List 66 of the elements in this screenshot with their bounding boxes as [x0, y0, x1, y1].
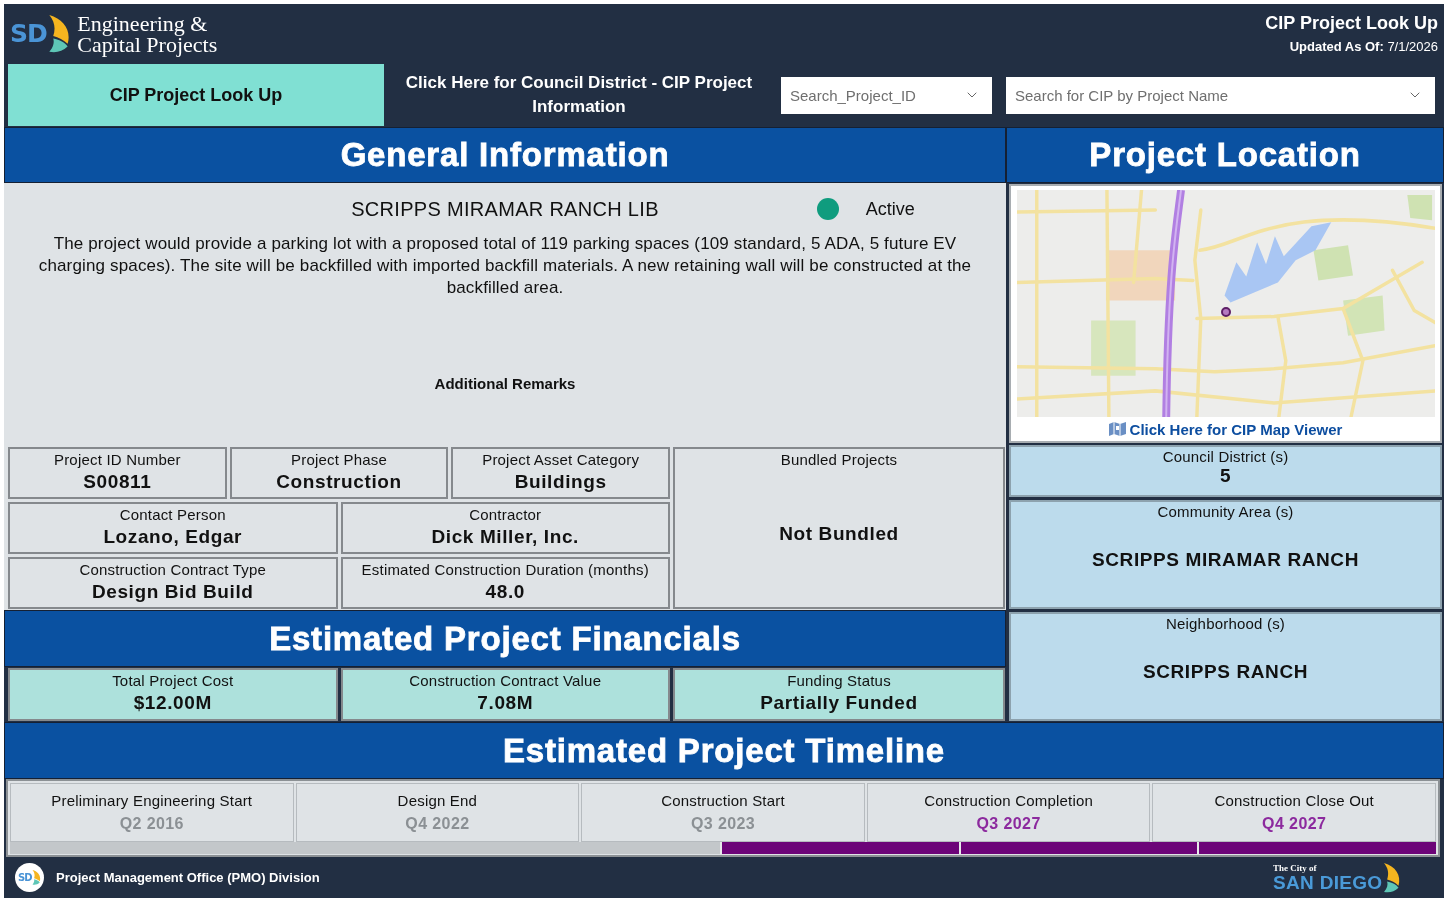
field-value: 7.08M	[477, 692, 534, 714]
section-heading: Estimated Project Timeline	[4, 722, 1444, 779]
field-label: Total Project Cost	[112, 672, 234, 689]
sail-icon	[1383, 862, 1402, 893]
field-label: Bundled Projects	[780, 451, 898, 468]
milestone-date: Q4 2022	[405, 815, 470, 833]
search-input[interactable]: Search for CIP by Project Name	[1015, 86, 1401, 104]
field-value: SCRIPPS RANCH	[1142, 660, 1309, 683]
division-label: Project Management Office (PMO) Division	[56, 870, 320, 885]
field-value: Not Bundled	[779, 522, 899, 545]
field-label: Construction Contract Type	[79, 561, 267, 578]
field-label: Project ID Number	[53, 451, 181, 468]
field-value: $12.00M	[133, 692, 212, 714]
field-value: 5	[1219, 465, 1232, 487]
sail-icon	[31, 870, 41, 885]
field-value: 48.0	[485, 581, 525, 603]
milestone-label: Construction Start	[661, 792, 785, 809]
search-dropdown[interactable]: Search_Project_ID	[781, 76, 992, 114]
milestone-date: Q3 2027	[976, 815, 1041, 833]
city-logo-name: SAN DIEGO	[1273, 872, 1383, 893]
field-value: Design Bid Build	[91, 581, 254, 603]
field-label: Construction Contract Value	[409, 672, 602, 689]
map-viewer-link[interactable]: Click Here for CIP Map Viewer	[1011, 417, 1440, 441]
search-input[interactable]: Search_Project_ID	[790, 86, 958, 104]
milestone-label: Construction Close Out	[1214, 792, 1374, 809]
field-value: SCRIPPS MIRAMAR RANCH	[1092, 548, 1359, 571]
field-label: Project Asset Category	[482, 451, 640, 468]
logo-letters: SD	[18, 872, 32, 883]
field-value: Dick Miller, Inc.	[431, 526, 579, 548]
milestone-label: Design End	[397, 792, 478, 809]
logo-letters: SD	[10, 21, 47, 46]
brand-title: Engineering & Capital Projects	[77, 12, 219, 55]
milestone-date: Q2 2016	[119, 815, 184, 833]
section-heading: Estimated Project Financials	[4, 610, 1006, 667]
status-label: Active	[865, 198, 915, 220]
field-label: Project Phase	[291, 451, 387, 468]
section-heading: General Information	[4, 127, 1006, 183]
section-heading: Project Location	[1006, 127, 1444, 183]
field-label: Community Area (s)	[1157, 503, 1294, 520]
project-name: SCRIPPS MIRAMAR RANCH LIB	[351, 197, 659, 221]
field-value: Lozano, Edgar	[103, 526, 243, 548]
map-marker-icon	[1221, 307, 1231, 317]
milestone-label: Construction Completion	[924, 792, 1093, 809]
field-value: Construction	[276, 471, 402, 493]
nav-link-button[interactable]: Click Here for Council District - CIP Project Information	[384, 64, 774, 126]
field-label: Contact Person	[119, 506, 226, 523]
search-dropdown[interactable]: Search for CIP by Project Name	[1006, 76, 1435, 114]
field-value: S00811	[83, 471, 152, 493]
sail-icon	[47, 14, 72, 53]
field-label: Contractor	[469, 506, 542, 523]
field-label: Funding Status	[787, 672, 891, 689]
city-logo-prefix: The City of	[1273, 862, 1317, 873]
remarks-label: Additional Remarks	[434, 375, 576, 392]
milestone-label: Preliminary Engineering Start	[51, 792, 253, 809]
map-icon	[1108, 422, 1126, 436]
page-tab[interactable]: CIP Project Look Up	[8, 64, 384, 126]
milestone-date: Q3 2023	[690, 815, 756, 833]
page-title: CIP Project Look Up	[1265, 13, 1438, 34]
milestone-date: Q4 2027	[1262, 815, 1327, 833]
field-label: Neighborhood (s)	[1165, 615, 1286, 632]
field-value: Buildings	[514, 471, 607, 493]
field-label: Council District (s)	[1162, 448, 1289, 465]
project-description: The project would provide a parking lot with a proposed total of 119 parking spaces (109 standard, 5 ADA, 5 future EV charging spaces). The site will be backfilled with imported backfill materials. A new retaining wall will be constructed at the backfilled area.	[37, 233, 973, 299]
updated-date: Updated As Of: 7/1/2026	[1289, 39, 1438, 54]
field-value: Partially Funded	[760, 692, 918, 714]
field-label: Estimated Construction Duration (months)	[361, 561, 649, 578]
